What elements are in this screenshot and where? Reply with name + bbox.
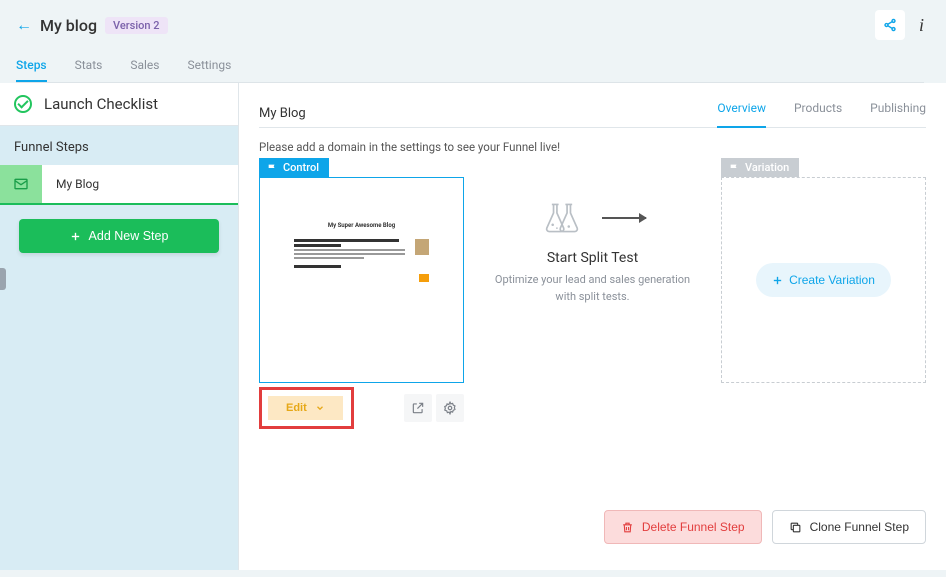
variation-label-text: Variation: [745, 161, 789, 174]
share-icon: [883, 18, 897, 32]
tab-stats[interactable]: Stats: [75, 54, 103, 82]
delete-step-label: Delete Funnel Step: [642, 520, 745, 534]
tab-settings[interactable]: Settings: [187, 54, 231, 82]
page-title: My blog: [40, 16, 97, 35]
share-button[interactable]: [875, 10, 905, 40]
subtab-overview[interactable]: Overview: [717, 101, 766, 128]
header-right: i: [875, 10, 924, 40]
add-new-step-button[interactable]: Add New Step: [19, 219, 219, 253]
control-label-text: Control: [283, 161, 319, 174]
flask-icon: [540, 198, 584, 238]
edit-button[interactable]: Edit: [268, 396, 343, 420]
create-variation-label: Create Variation: [789, 273, 875, 287]
gear-icon: [443, 401, 457, 415]
back-arrow-icon[interactable]: ←: [16, 15, 32, 35]
step-name: My Blog: [42, 165, 113, 203]
delete-funnel-step-button[interactable]: Delete Funnel Step: [604, 510, 762, 544]
footer-actions: Delete Funnel Step Clone Funnel Step: [604, 510, 926, 544]
tab-steps[interactable]: Steps: [16, 54, 47, 82]
copy-icon: [789, 521, 802, 534]
step-title: My Blog: [259, 106, 306, 121]
checkmark-circle-icon: [14, 95, 32, 113]
envelope-icon: [13, 176, 29, 192]
header-top-row: ← My blog Version 2 i: [16, 10, 924, 40]
add-step-label: Add New Step: [89, 229, 169, 243]
plus-icon: [772, 275, 783, 286]
checklist-title: Launch Checklist: [44, 95, 158, 113]
subtab-products[interactable]: Products: [794, 101, 842, 121]
main-panel: My Blog Overview Products Publishing Ple…: [238, 83, 946, 570]
preview-action-icons: [404, 394, 464, 422]
split-test-subtitle: Optimize your lead and sales generation …: [484, 272, 701, 305]
variation-label: Variation: [721, 158, 799, 177]
control-label: Control: [259, 158, 329, 177]
version-badge: Version 2: [105, 17, 167, 34]
info-icon[interactable]: i: [919, 15, 924, 36]
flag-icon: [267, 163, 277, 173]
split-test-graphic: [540, 198, 646, 238]
domain-note: Please add a domain in the settings to s…: [259, 140, 926, 154]
tab-sales[interactable]: Sales: [130, 54, 159, 82]
header-left: ← My blog Version 2: [16, 15, 168, 35]
preview-mock-title: My Super Awesome Blog: [274, 222, 449, 229]
external-link-icon: [411, 401, 425, 415]
edit-button-highlight: Edit: [259, 387, 354, 429]
clone-step-label: Clone Funnel Step: [810, 520, 909, 534]
step-icon-wrap: [0, 165, 42, 203]
sidebar-step-item[interactable]: My Blog: [0, 165, 238, 205]
subtab-bar: Overview Products Publishing: [717, 101, 926, 121]
main-header: My Blog Overview Products Publishing: [259, 101, 926, 128]
edit-button-label: Edit: [286, 402, 307, 414]
open-external-button[interactable]: [404, 394, 432, 422]
preview-actions: Edit: [259, 383, 464, 429]
flag-icon: [729, 163, 739, 173]
launch-checklist-row[interactable]: Launch Checklist: [0, 83, 238, 126]
control-column: Control My Super Awesome Blog: [259, 158, 464, 429]
chevron-down-icon: [315, 403, 325, 413]
trash-icon: [621, 521, 634, 534]
split-test-title: Start Split Test: [547, 250, 638, 266]
create-variation-button[interactable]: Create Variation: [756, 263, 891, 297]
settings-button[interactable]: [436, 394, 464, 422]
sidebar-drag-handle[interactable]: [0, 268, 6, 290]
page-preview[interactable]: My Super Awesome Blog: [259, 177, 464, 383]
plus-icon: [70, 231, 81, 242]
split-test-info: Start Split Test Optimize your lead and …: [464, 158, 721, 305]
arrow-icon: [602, 217, 646, 219]
content-row: Control My Super Awesome Blog: [259, 158, 926, 429]
variation-placeholder: Create Variation: [721, 177, 926, 383]
preview-mock: My Super Awesome Blog: [274, 222, 449, 282]
subtab-publishing[interactable]: Publishing: [870, 101, 926, 121]
sidebar: Launch Checklist Funnel Steps My Blog Ad…: [0, 83, 238, 570]
variation-column: Variation Create Variation: [721, 158, 926, 383]
main-layout: Launch Checklist Funnel Steps My Blog Ad…: [0, 83, 946, 570]
funnel-steps-label: Funnel Steps: [0, 126, 238, 165]
page-header: ← My blog Version 2 i Steps Stats Sales …: [0, 0, 946, 83]
clone-funnel-step-button[interactable]: Clone Funnel Step: [772, 510, 926, 544]
tab-bar: Steps Stats Sales Settings: [16, 54, 924, 83]
